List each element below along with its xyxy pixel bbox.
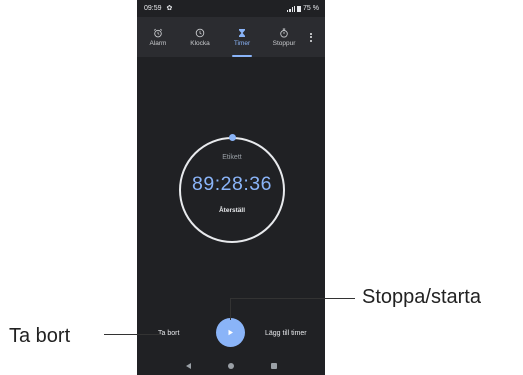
more-options-icon[interactable] xyxy=(305,17,317,57)
play-icon xyxy=(228,329,233,336)
tab-label-alarm: Alarm xyxy=(149,39,167,47)
timer-progress-knob xyxy=(228,134,236,141)
start-stop-callout-label: Stoppa/starta xyxy=(362,286,481,308)
signal-icon xyxy=(287,5,296,12)
delete-callout-label: Ta bort xyxy=(9,325,71,347)
tab-alarm[interactable]: Alarm xyxy=(137,17,179,57)
battery-percent: 75 % xyxy=(303,5,319,12)
delete-callout-line xyxy=(104,334,161,335)
stopwatch-icon xyxy=(280,28,288,38)
settings-notification-icon: ✿ xyxy=(166,5,173,12)
tab-label-stoppur: Stoppur xyxy=(272,39,296,47)
alarm-icon xyxy=(153,28,163,37)
clock-icon xyxy=(195,28,205,37)
system-nav-bar xyxy=(137,357,325,375)
back-icon[interactable] xyxy=(185,363,191,369)
home-icon[interactable] xyxy=(227,363,234,369)
phone-screen: 09:59 ✿ 75 % Alarm Klocka Timer Stoppur … xyxy=(137,0,325,375)
timer-countdown: 89:28:36 xyxy=(192,173,272,195)
recents-icon[interactable] xyxy=(270,363,277,369)
start-stop-callout-line-horizontal xyxy=(230,298,355,299)
tab-label-klocka: Klocka xyxy=(190,39,210,47)
status-time: 09:59 xyxy=(144,5,162,12)
delete-button[interactable]: Ta bort xyxy=(158,330,179,337)
reset-button[interactable]: Återställ xyxy=(179,207,285,214)
timer-display[interactable]: Etikett 89:28:36 Återställ xyxy=(179,134,285,243)
hourglass-icon xyxy=(239,28,245,37)
start-stop-button[interactable] xyxy=(216,318,245,347)
start-stop-callout-line-vertical xyxy=(230,298,231,320)
add-timer-button[interactable]: Lägg till timer xyxy=(265,330,307,337)
timer-label[interactable]: Etikett xyxy=(179,154,285,161)
tab-timer[interactable]: Timer xyxy=(221,17,263,57)
tab-stoppur[interactable]: Stoppur xyxy=(263,17,305,57)
status-bar: 09:59 ✿ 75 % xyxy=(137,0,325,17)
tab-bar: Alarm Klocka Timer Stoppur xyxy=(137,17,325,57)
tab-klocka[interactable]: Klocka xyxy=(179,17,221,57)
battery-icon xyxy=(297,5,302,12)
tab-label-timer: Timer xyxy=(233,39,251,47)
